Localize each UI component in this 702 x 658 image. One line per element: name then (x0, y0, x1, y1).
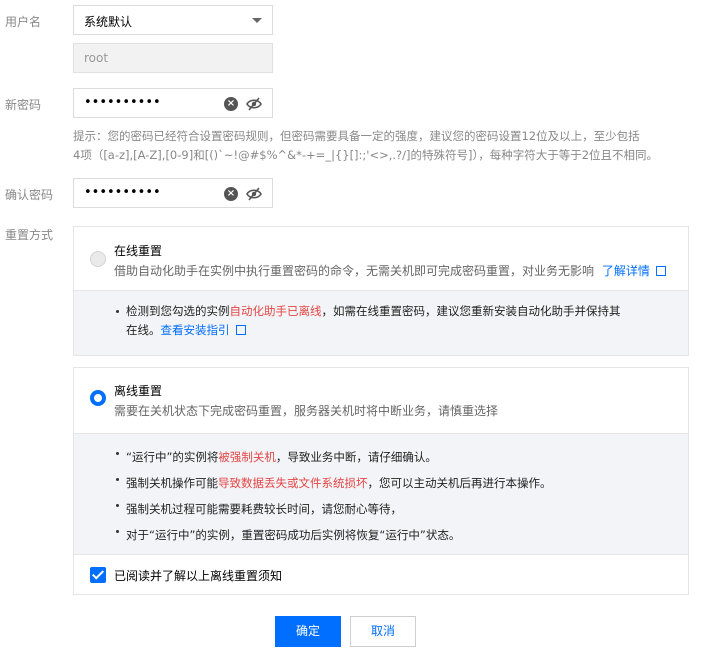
offline-bullet-4: 对于“运行中”的实例，重置密码成功后实例将恢复“运行中”状态。 (114, 522, 688, 548)
offline-bullet-1-post: ，导致业务中断，请仔细确认。 (275, 450, 437, 464)
offline-reset-card[interactable]: 离线重置 需要在关机状态下完成密码重置，服务器关机时将中断业务，请慎重选择 “运… (73, 367, 689, 595)
offline-bullet-1: “运行中”的实例将被强制关机，导致业务中断，请仔细确认。 (114, 444, 688, 470)
online-notice: 检测到您勾选的实例自动化助手已离线，如需在线重置密码，建议您重新安装自动化助手并… (114, 302, 688, 340)
offline-bullet-1-pre: “运行中”的实例将 (126, 450, 219, 464)
new-password-value: •••••••••• (84, 95, 161, 110)
confirm-password-label: 确认密码 (5, 188, 54, 202)
password-hint-line1: 提示：您的密码已经符合设置密码规则，但密码需要具备一定的强度，建议您的密码设置1… (73, 129, 640, 143)
online-reset-card[interactable]: 在线重置 借助自动化助手在实例中执行重置密码的命令，无需关机即可完成密码重置，对… (73, 226, 689, 356)
chevron-down-icon (252, 18, 262, 23)
offline-reset-radio[interactable] (90, 390, 106, 406)
external-link-icon[interactable] (655, 266, 666, 276)
eye-off-icon[interactable] (246, 97, 262, 111)
offline-bullet-2-post: ，您可以主动关机后再进行本操作。 (367, 476, 552, 490)
offline-reset-desc: 需要在关机状态下完成密码重置，服务器关机时将中断业务，请慎重选择 (114, 404, 499, 418)
online-reset-radio[interactable] (90, 251, 106, 267)
online-notice-line2: 在线。 (126, 323, 161, 337)
offline-bullet-2-red: 导致数据丢失或文件系统损坏 (218, 476, 368, 490)
username-label: 用户名 (5, 15, 42, 29)
online-reset-desc-text: 借助自动化助手在实例中执行重置密码的命令，无需关机即可完成密码重置，对业务无影响 (114, 264, 595, 278)
confirm-button[interactable]: 确定 (275, 616, 341, 647)
clear-icon[interactable]: × (224, 187, 238, 201)
ack-checkbox[interactable] (90, 567, 106, 583)
username-select-value: 系统默认 (84, 15, 133, 29)
password-hint-line2: 4项（[a-z],[A-Z],[0-9]和[()`~!@#$%^&*-+=_|{… (73, 148, 659, 162)
online-notice-red: 自动化助手已离线 (229, 304, 322, 318)
confirm-password-value: •••••••••• (84, 185, 161, 200)
username-select[interactable]: 系统默认 (73, 5, 273, 35)
online-notice-post: ，如需在线重置密码，建议您重新安装自动化助手并保持其 (321, 304, 621, 318)
ack-row[interactable]: 已阅读并了解以上离线重置须知 (74, 554, 688, 594)
offline-bullet-1-red: 被强制关机 (218, 450, 276, 464)
new-password-label: 新密码 (5, 98, 42, 112)
learn-more-link[interactable]: 了解详情 (602, 264, 650, 278)
reset-method-label: 重置方式 (5, 228, 54, 242)
clear-icon[interactable]: × (224, 97, 238, 111)
offline-reset-title: 离线重置 (114, 384, 163, 398)
username-input-value: root (84, 51, 109, 65)
install-guide-link[interactable]: 查看安装指引 (161, 323, 230, 337)
offline-bullet-3: 强制关机过程可能需要耗费较长时间，请您耐心等待， (114, 496, 688, 522)
offline-bullet-2: 强制关机操作可能导致数据丢失或文件系统损坏，您可以主动关机后再进行本操作。 (114, 470, 688, 496)
online-notice-pre: 检测到您勾选的实例 (126, 304, 230, 318)
offline-bullet-2-pre: 强制关机操作可能 (126, 476, 218, 490)
cancel-button[interactable]: 取消 (350, 616, 416, 647)
online-reset-desc: 借助自动化助手在实例中执行重置密码的命令，无需关机即可完成密码重置，对业务无影响… (114, 262, 666, 279)
external-link-icon[interactable] (235, 325, 246, 335)
online-reset-title: 在线重置 (114, 244, 163, 258)
ack-label: 已阅读并了解以上离线重置须知 (114, 569, 283, 583)
eye-off-icon[interactable] (246, 187, 262, 201)
confirm-password-field[interactable]: •••••••••• × (73, 178, 273, 208)
username-input: root (73, 43, 273, 73)
password-hint: 提示：您的密码已经符合设置密码规则，但密码需要具备一定的强度，建议您的密码设置1… (73, 127, 673, 165)
new-password-field[interactable]: •••••••••• × (73, 88, 273, 118)
